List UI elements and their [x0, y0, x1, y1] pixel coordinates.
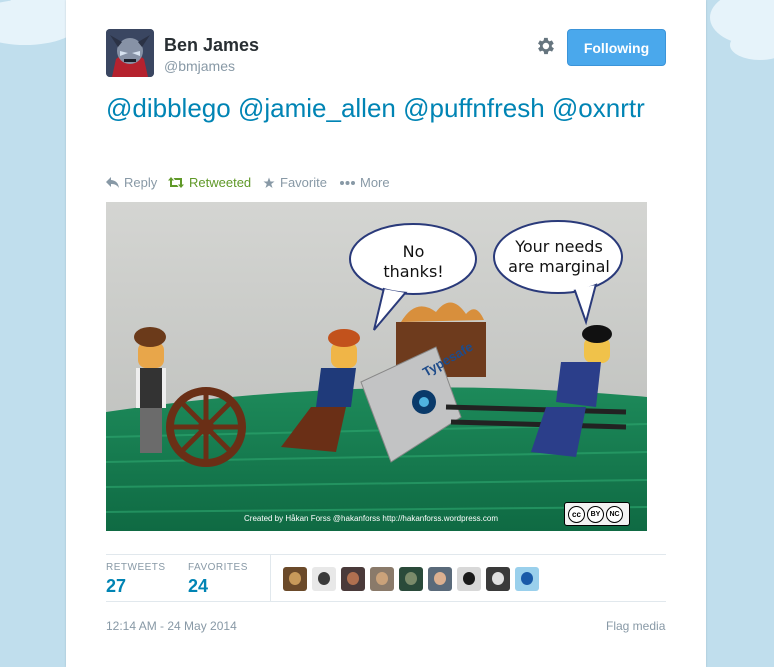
favoriter-avatar[interactable] [283, 567, 307, 591]
favorite-label: Favorite [280, 175, 327, 190]
favorites-count[interactable]: 24 [188, 576, 208, 597]
more-label: More [360, 175, 390, 190]
image-credit: Created by Håkan Forss @hakanforss http:… [244, 514, 499, 523]
stats-divider [270, 555, 271, 601]
reply-label: Reply [124, 175, 158, 190]
bubble-line: Your needs [515, 237, 603, 256]
divider [106, 554, 666, 555]
favoriter-avatar[interactable] [312, 567, 336, 591]
tweet-card: Ben James @bmjames Following @dibblego @… [66, 0, 706, 667]
gear-icon[interactable] [534, 35, 556, 57]
following-button[interactable]: Following [567, 29, 666, 66]
favorite-action[interactable]: Favorite [263, 175, 327, 190]
cc-icon: cc [568, 505, 585, 523]
star-icon [263, 177, 275, 188]
bubble-line: thanks! [383, 262, 444, 281]
cc-license-badge: cc BY NC [564, 502, 630, 526]
favoriter-avatar[interactable] [370, 567, 394, 591]
favoriter-avatar[interactable] [399, 567, 423, 591]
user-name[interactable]: Ben James [164, 35, 259, 56]
retweet-action[interactable]: Retweeted [168, 175, 251, 190]
favoriters-list [283, 567, 539, 591]
more-action[interactable]: More [340, 175, 390, 190]
retweets-count[interactable]: 27 [106, 576, 126, 597]
retweet-icon [168, 177, 184, 188]
tweet-timestamp[interactable]: 12:14 AM - 24 May 2014 [106, 619, 237, 633]
retweets-label: RETWEETS [106, 562, 166, 573]
avatar-image [106, 29, 154, 77]
favoriter-avatar[interactable] [457, 567, 481, 591]
favorites-label: FAVORITES [188, 562, 248, 573]
mention-link[interactable]: @puffnfresh [403, 93, 545, 123]
speech-bubble-left: No thanks! [356, 242, 471, 282]
reply-icon [106, 177, 119, 188]
retweeted-label: Retweeted [189, 175, 252, 190]
reply-action[interactable]: Reply [106, 175, 157, 190]
flag-media-link[interactable]: Flag media [606, 619, 665, 633]
cc-by-icon: BY [587, 505, 604, 523]
tweet-media-image[interactable]: Typesafe No thanks! Your needs are margi… [106, 202, 647, 531]
favoriter-avatar[interactable] [486, 567, 510, 591]
mention-link[interactable]: @oxnrtr [552, 93, 645, 123]
background-cloud [730, 30, 774, 60]
more-dots-icon [340, 180, 355, 185]
cc-nc-icon: NC [606, 505, 623, 523]
favoriter-avatar[interactable] [515, 567, 539, 591]
speech-bubble-right: Your needs are marginal [494, 237, 624, 277]
user-handle[interactable]: @bmjames [164, 58, 235, 74]
tweet-text: @dibblego @jamie_allen @puffnfresh @oxnr… [106, 90, 666, 126]
mention-link[interactable]: @dibblego [106, 93, 231, 123]
favoriter-avatar[interactable] [341, 567, 365, 591]
divider [106, 601, 666, 602]
avatar[interactable] [106, 29, 154, 77]
favoriter-avatar[interactable] [428, 567, 452, 591]
bubble-line: No [402, 242, 425, 261]
bubble-line: are marginal [508, 257, 610, 276]
mention-link[interactable]: @jamie_allen [238, 93, 396, 123]
